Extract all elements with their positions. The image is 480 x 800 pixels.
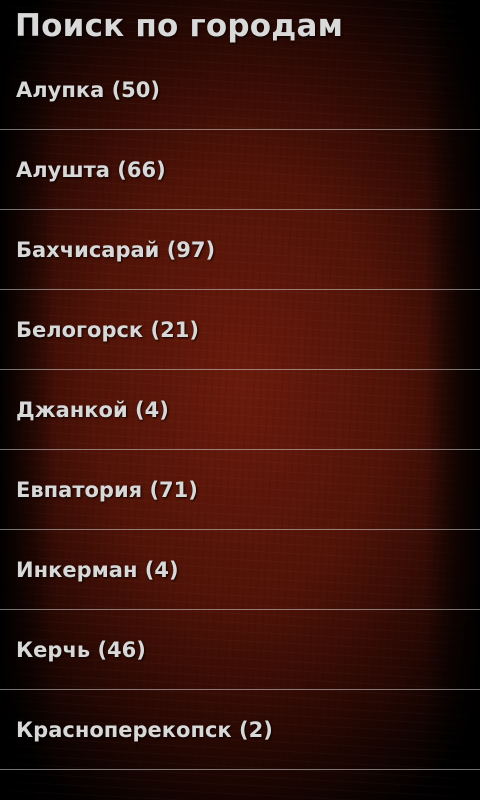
list-item-city[interactable]: Бахчисарай (97) bbox=[0, 210, 480, 290]
city-label: Алушта (66) bbox=[16, 157, 166, 182]
list-item-city[interactable]: Евпатория (71) bbox=[0, 450, 480, 530]
list-item-city[interactable]: Алушта (66) bbox=[0, 130, 480, 210]
city-label: Инкерман (4) bbox=[16, 557, 179, 582]
list-item-city[interactable]: Керчь (46) bbox=[0, 610, 480, 690]
city-label: Белогорск (21) bbox=[16, 317, 199, 342]
city-label: Бахчисарай (97) bbox=[16, 237, 216, 262]
city-label: Джанкой (4) bbox=[16, 397, 169, 422]
header: Поиск по городам bbox=[0, 0, 480, 52]
list-item-city[interactable]: Джанкой (4) bbox=[0, 370, 480, 450]
list-item-city[interactable]: Алупка (50) bbox=[0, 50, 480, 130]
list-item-city[interactable]: Белогорск (21) bbox=[0, 290, 480, 370]
city-list: Алупка (50) Алушта (66) Бахчисарай (97) … bbox=[0, 50, 480, 770]
city-label: Алупка (50) bbox=[16, 77, 160, 102]
list-item-city[interactable]: Инкерман (4) bbox=[0, 530, 480, 610]
city-label: Керчь (46) bbox=[16, 637, 146, 662]
city-label: Евпатория (71) bbox=[16, 477, 198, 502]
city-label: Красноперекопск (2) bbox=[16, 717, 273, 742]
list-item-city[interactable]: Красноперекопск (2) bbox=[0, 690, 480, 770]
city-search-screen: Поиск по городам Алупка (50) Алушта (66)… bbox=[0, 0, 480, 800]
page-title: Поиск по городам bbox=[15, 8, 344, 44]
